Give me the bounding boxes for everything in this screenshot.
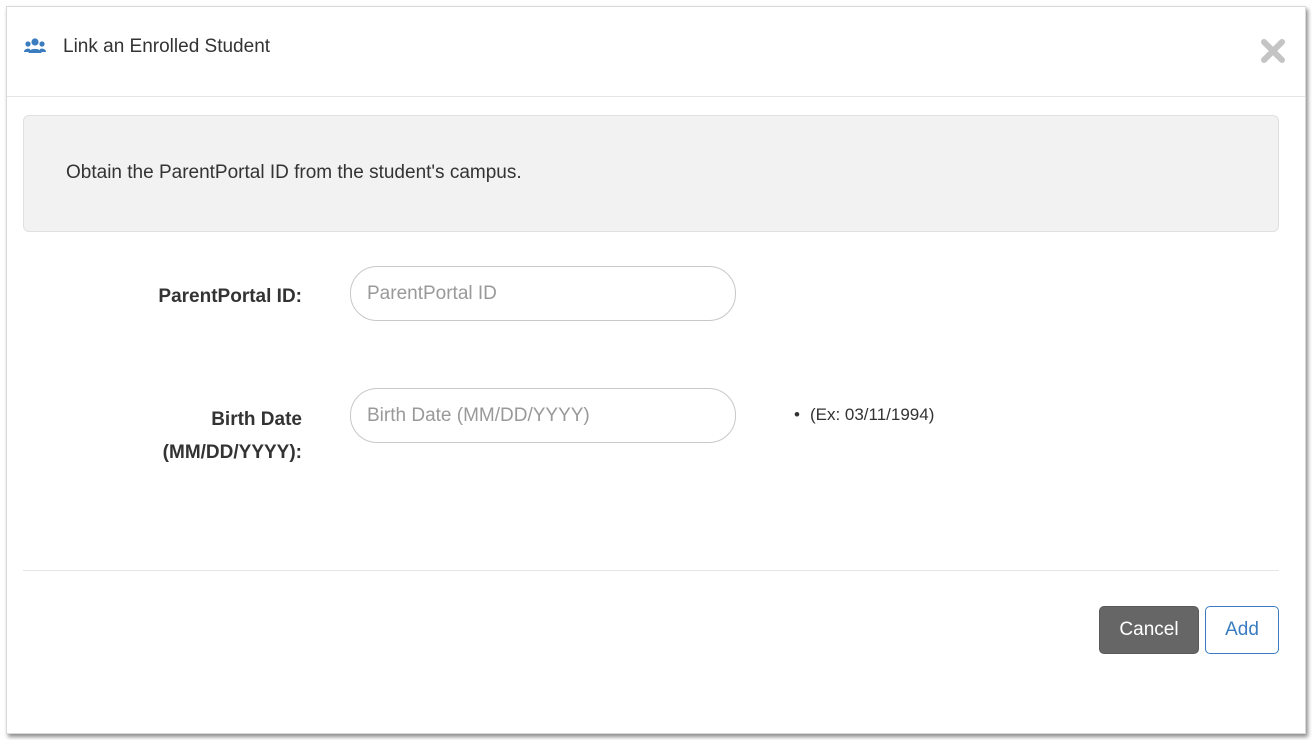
footer-divider — [23, 570, 1279, 571]
dialog-title: Link an Enrolled Student — [63, 36, 271, 57]
birth-date-label-line2: (MM/DD/YYYY): — [162, 442, 302, 463]
birth-date-label: Birth Date (MM/DD/YYYY): — [22, 403, 302, 469]
parentportal-id-label: ParentPortal ID: — [158, 286, 302, 307]
add-button[interactable]: Add — [1205, 606, 1279, 654]
bullet-icon: • — [794, 405, 800, 424]
cancel-button[interactable]: Cancel — [1099, 606, 1199, 654]
parentportal-id-input[interactable] — [350, 266, 736, 321]
birth-date-hint: • (Ex: 03/11/1994) — [794, 405, 934, 425]
link-student-dialog: Link an Enrolled Student Obtain the Pare… — [6, 6, 1306, 734]
users-icon — [24, 37, 46, 57]
info-box: Obtain the ParentPortal ID from the stud… — [23, 115, 1279, 232]
close-icon[interactable] — [1257, 35, 1289, 67]
info-message: Obtain the ParentPortal ID from the stud… — [66, 162, 522, 183]
dialog-header: Link an Enrolled Student — [7, 7, 1305, 97]
birth-date-label-line1: Birth Date — [211, 409, 302, 430]
birth-date-input[interactable] — [350, 388, 736, 443]
birth-date-hint-text: (Ex: 03/11/1994) — [809, 405, 935, 424]
